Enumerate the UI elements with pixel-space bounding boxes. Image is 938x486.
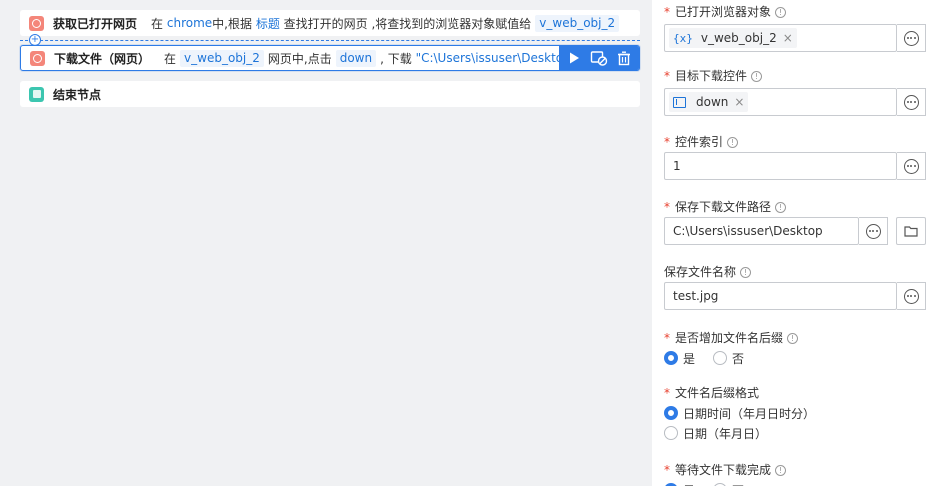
field-file-name: 保存文件名称 ! test.jpg <box>664 264 926 310</box>
more-icon <box>865 223 881 239</box>
required-mark: * <box>664 69 670 83</box>
field-label: 保存下载文件路径 <box>675 200 772 214</box>
more-button[interactable] <box>897 24 926 52</box>
field-browser-object: * 已打开浏览器对象 ! {x} v_web_obj_2 × <box>664 4 926 52</box>
radio-date[interactable]: 日期（年月日） <box>664 425 767 442</box>
node-title: 下载文件（网页） <box>54 51 151 66</box>
radio-yes[interactable]: 是 <box>664 482 695 486</box>
field-element-index: * 控件索引 ! 1 <box>664 134 926 180</box>
field-label: 是否增加文件名后缀 <box>675 331 784 345</box>
more-icon <box>903 94 919 110</box>
node-title: 获取已打开网页 <box>53 16 138 31</box>
variable-chip: {x} v_web_obj_2 × <box>669 28 797 48</box>
save-path-input[interactable]: C:\Users\issuser\Desktop <box>664 217 859 245</box>
more-icon <box>903 158 919 174</box>
more-icon <box>903 30 919 46</box>
info-icon[interactable]: ! <box>751 70 763 82</box>
more-button[interactable] <box>897 152 926 180</box>
more-button[interactable] <box>897 88 926 116</box>
info-icon[interactable]: ! <box>775 201 787 213</box>
close-icon[interactable]: × <box>783 31 793 45</box>
required-mark: * <box>664 135 670 149</box>
param-browser[interactable]: chrome <box>167 16 212 30</box>
more-button[interactable] <box>897 282 926 310</box>
radio-datetime[interactable]: 日期时间（年月日时分） <box>664 405 815 422</box>
field-target-element: * 目标下载控件 ! down × <box>664 68 926 116</box>
radio-no[interactable]: 否 <box>713 350 744 367</box>
field-save-path: * 保存下载文件路径 ! C:\Users\issuser\Desktop <box>664 199 926 245</box>
required-mark: * <box>664 5 670 19</box>
flow-node-download-file[interactable]: 下载文件（网页） 在 v_web_obj_2 网页中,点击 down , 下载 … <box>20 45 640 71</box>
param-match-by[interactable]: 标题 <box>256 15 280 32</box>
field-suffix-format: * 文件名后缀格式 日期时间（年月日时分） 日期（年月日） <box>664 385 926 443</box>
info-icon[interactable]: ! <box>787 332 799 344</box>
play-icon[interactable] <box>567 51 581 65</box>
close-icon[interactable]: × <box>734 95 744 109</box>
field-label: 控件索引 <box>675 135 724 149</box>
field-label: 文件名后缀格式 <box>675 386 760 400</box>
browse-folder-button[interactable] <box>896 217 926 245</box>
node-description: 在 v_web_obj_2 网页中,点击 down , 下载 "C:\Users… <box>164 49 564 67</box>
param-element[interactable]: down <box>335 49 377 67</box>
folder-icon <box>904 226 918 237</box>
field-label: 等待文件下载完成 <box>675 463 772 477</box>
node-title: 结束节点 <box>53 87 102 102</box>
target-element-input[interactable]: down × <box>664 88 897 116</box>
param-web-obj[interactable]: v_web_obj_2 <box>180 49 264 67</box>
info-icon[interactable]: ! <box>775 6 787 18</box>
suffix-format-radio-group: 日期时间（年月日时分） 日期（年月日） <box>664 403 926 443</box>
node-description: 在 chrome 中,根据 标题 查找打开的网页 ,将查找到的浏览器对象赋值给 … <box>151 14 623 32</box>
wait-radio-group: 是 否 <box>664 480 926 486</box>
radio-yes[interactable]: 是 <box>664 350 695 367</box>
required-mark: * <box>664 200 670 214</box>
field-label: 已打开浏览器对象 <box>675 5 772 19</box>
info-icon[interactable]: ! <box>775 464 787 476</box>
info-icon[interactable]: ! <box>727 136 739 148</box>
param-output-var[interactable]: v_web_obj_2 <box>535 14 620 32</box>
flow-node-end[interactable]: 结束节点 <box>20 81 640 107</box>
radio-no[interactable]: 否 <box>713 482 744 486</box>
more-button[interactable] <box>859 217 888 245</box>
field-label: 保存文件名称 <box>664 265 737 279</box>
element-index-input[interactable]: 1 <box>664 152 897 180</box>
web-node-icon <box>29 15 44 31</box>
field-wait-download: * 等待文件下载完成 ! 是 否 <box>664 462 926 486</box>
field-add-suffix: * 是否增加文件名后缀 ! 是 否 <box>664 330 926 368</box>
info-icon[interactable]: ! <box>740 266 752 278</box>
variable-icon: {x} <box>673 31 693 45</box>
flow-canvas[interactable]: 获取已打开网页 在 chrome 中,根据 标题 查找打开的网页 ,将查找到的浏… <box>0 0 652 486</box>
param-path[interactable]: "C:\Users\issuser\Desktop... <box>416 51 564 65</box>
disable-icon[interactable] <box>590 50 608 66</box>
property-panel: * 已打开浏览器对象 ! {x} v_web_obj_2 × * 目标下载控件 … <box>652 0 938 486</box>
web-node-icon <box>30 50 45 66</box>
add-suffix-radio-group: 是 否 <box>664 348 926 368</box>
browser-object-input[interactable]: {x} v_web_obj_2 × <box>664 24 897 52</box>
flow-node-get-webpage[interactable]: 获取已打开网页 在 chrome 中,根据 标题 查找打开的网页 ,将查找到的浏… <box>20 10 640 36</box>
required-mark: * <box>664 463 670 477</box>
insert-line <box>20 40 640 41</box>
required-mark: * <box>664 386 670 400</box>
more-icon <box>903 288 919 304</box>
end-node-icon <box>29 86 44 102</box>
element-icon <box>673 96 686 108</box>
element-chip: down × <box>669 92 749 112</box>
file-name-input[interactable]: test.jpg <box>664 282 897 310</box>
field-label: 目标下载控件 <box>675 69 748 83</box>
trash-icon[interactable] <box>617 51 631 66</box>
required-mark: * <box>664 331 670 345</box>
node-action-bar <box>559 46 639 70</box>
